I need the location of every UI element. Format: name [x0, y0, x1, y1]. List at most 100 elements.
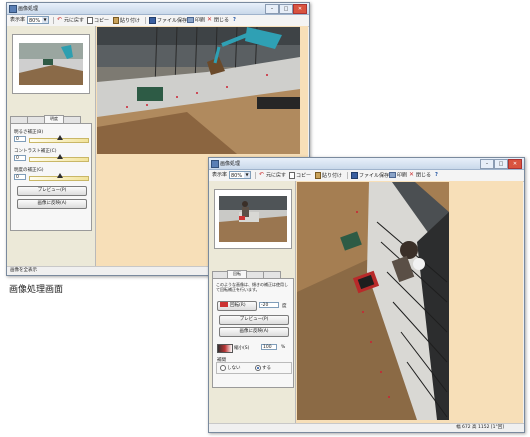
radio-no[interactable]: [220, 365, 226, 371]
interpolation-group: しない する: [216, 362, 292, 374]
settings-panel: 明度 明るさ補正(B) 0 コントラスト補正(C) 0 明度の補正(G) 0 プ…: [7, 26, 96, 266]
radio-yes[interactable]: [255, 365, 261, 371]
tab-2[interactable]: [27, 116, 45, 123]
paste-button[interactable]: 貼り付け: [315, 172, 342, 179]
rotate-description: このような画像は、傾きの補正は使用して回転補正を行います。: [216, 282, 288, 292]
save-icon: [149, 17, 156, 24]
preview-button[interactable]: プレビュー(P): [17, 186, 87, 196]
gamma-input[interactable]: 0: [14, 174, 26, 180]
angle-unit: 度: [282, 304, 287, 309]
gamma-slider[interactable]: [29, 173, 89, 181]
status-bar: 幅 672 高 1152 [1°回]: [209, 423, 524, 432]
zoom-label: 表示率: [212, 172, 228, 178]
thumbnail-preview[interactable]: [12, 34, 90, 94]
zoom-value: 80%: [29, 18, 41, 24]
zoom-value: 80%: [231, 173, 243, 179]
thumbnail-image: [215, 190, 291, 248]
undo-label: 元に戻す: [266, 172, 287, 179]
figure-caption: 画像処理画面: [9, 285, 64, 295]
minimize-button[interactable]: –: [480, 159, 494, 169]
chevron-down-icon: ▼: [42, 17, 48, 23]
construction-photo-rotated: [297, 182, 449, 420]
image-size-readout: 幅 672 高 1152 [1°回]: [456, 425, 504, 430]
slider-handle[interactable]: [57, 154, 63, 159]
preview-button[interactable]: プレビュー(P): [219, 315, 289, 325]
copy-button[interactable]: コピー: [87, 17, 109, 24]
undo-icon: ↶: [57, 16, 63, 23]
paste-label: 貼り付け: [322, 173, 343, 179]
slider-handle[interactable]: [57, 173, 63, 178]
radio-yes-label: する: [262, 366, 271, 371]
copy-label: コピー: [94, 18, 110, 24]
copy-button[interactable]: コピー: [289, 172, 311, 179]
image-canvas[interactable]: [296, 181, 523, 423]
angle-input[interactable]: -20: [259, 302, 279, 308]
apply-button[interactable]: 画像に反映(A): [219, 327, 289, 337]
site-photo: [297, 182, 449, 420]
close-icon: ✕: [207, 16, 213, 23]
toolbar-divider: [255, 172, 256, 179]
thumbnail-image: [13, 35, 89, 93]
tab-1[interactable]: [10, 116, 28, 123]
undo-button[interactable]: ↶ 元に戻す: [259, 172, 286, 179]
tab-brightness[interactable]: 明度: [44, 115, 64, 123]
toolbar-divider: [53, 17, 54, 24]
close-button[interactable]: ✕ 閉じる: [409, 172, 431, 179]
scale-input[interactable]: 100: [261, 344, 277, 350]
zoom-select[interactable]: 80% ▼: [27, 16, 49, 24]
brightness-input[interactable]: 0: [14, 136, 26, 142]
settings-panel: 回転 このような画像は、傾きの補正は使用して回転補正を行います。 回転(R) -…: [209, 181, 296, 423]
help-button[interactable]: ?: [435, 172, 438, 179]
title-bar[interactable]: 画像処理 – □ ✕: [7, 3, 309, 15]
print-button[interactable]: 印刷: [187, 17, 205, 24]
window-title: 画像処理: [18, 6, 39, 12]
maximize-button[interactable]: □: [494, 159, 508, 169]
tab-rotate[interactable]: 回転: [227, 270, 247, 278]
rotate-button[interactable]: 回転(R): [217, 301, 257, 311]
rotate-tab-panel: このような画像は、傾きの補正は使用して回転補正を行います。 回転(R) -20 …: [212, 278, 294, 388]
construction-photo: [97, 27, 300, 154]
print-button[interactable]: 印刷: [389, 172, 407, 179]
tab-1[interactable]: [212, 271, 228, 278]
tab-4[interactable]: [263, 271, 281, 278]
tab-3[interactable]: [246, 271, 264, 278]
paste-icon: [315, 172, 321, 179]
radio-no-label: しない: [227, 366, 241, 371]
close-window-button[interactable]: ✕: [508, 159, 522, 169]
site-photo: [97, 27, 300, 154]
undo-button[interactable]: ↶ 元に戻す: [57, 17, 84, 24]
tab-4[interactable]: [63, 116, 81, 123]
print-label: 印刷: [195, 17, 206, 24]
gamma-label: 明度の補正(G): [14, 168, 44, 173]
copy-label: コピー: [296, 173, 312, 179]
zoom-label: 表示率: [10, 17, 26, 23]
save-label: ファイル保存: [359, 173, 390, 179]
thumbnail-preview[interactable]: [214, 189, 292, 249]
contrast-input[interactable]: 0: [14, 155, 26, 161]
apply-button[interactable]: 画像に反映(A): [17, 199, 87, 209]
scale-unit: %: [281, 345, 286, 350]
minimize-button[interactable]: –: [265, 4, 279, 14]
save-file-button[interactable]: ファイル保存: [351, 172, 389, 179]
rotate-icon: [220, 302, 228, 307]
help-button[interactable]: ?: [233, 17, 236, 24]
window-title: 画像処理: [220, 161, 241, 167]
tab-strip: 回転: [212, 270, 292, 278]
maximize-button[interactable]: □: [279, 4, 293, 14]
paste-button[interactable]: 貼り付け: [113, 17, 140, 24]
close-window-button[interactable]: ✕: [293, 4, 307, 14]
scale-swatch: [217, 344, 233, 353]
save-icon: [351, 172, 358, 179]
slider-handle[interactable]: [57, 135, 63, 140]
close-icon: ✕: [409, 171, 415, 178]
title-bar[interactable]: 画像処理 – □ ✕: [209, 158, 524, 170]
save-file-button[interactable]: ファイル保存: [149, 17, 187, 24]
close-button[interactable]: ✕ 閉じる: [207, 17, 229, 24]
rotate-label: 回転(R): [230, 303, 246, 308]
contrast-slider[interactable]: [29, 154, 89, 162]
zoom-select[interactable]: 80% ▼: [229, 171, 251, 179]
brightness-slider[interactable]: [29, 135, 89, 143]
copy-icon: [289, 172, 295, 179]
chevron-down-icon: ▼: [244, 172, 250, 178]
app-icon: [211, 160, 219, 168]
